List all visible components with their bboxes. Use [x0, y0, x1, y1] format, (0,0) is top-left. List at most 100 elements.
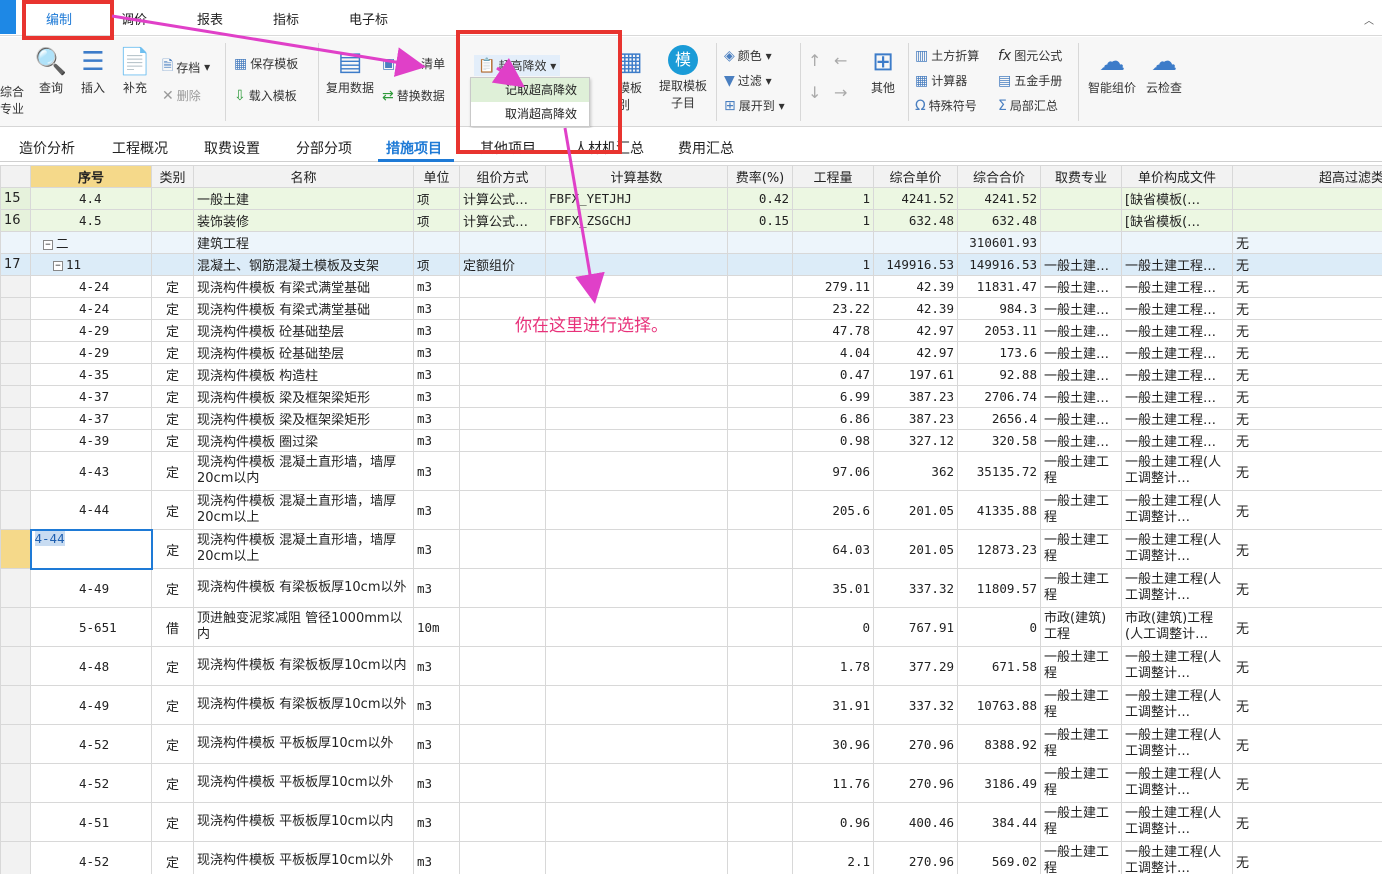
rate-cell[interactable]	[727, 385, 793, 408]
unit-cell[interactable]: m3	[413, 429, 460, 452]
type-cell[interactable]: 定	[151, 685, 194, 725]
price-cell[interactable]: 327.12	[873, 429, 958, 452]
total-cell[interactable]: 3186.49	[957, 763, 1041, 803]
move-left-icon[interactable]: ←	[834, 51, 847, 70]
total-cell[interactable]: 384.44	[957, 802, 1041, 842]
major-cell[interactable]: 一般土建…	[1040, 363, 1122, 386]
reuse-data-button[interactable]: ▤ 复用数据	[325, 47, 375, 96]
table-row[interactable]: 4-24 定现浇构件模板 有梁式满堂基础 m3 279.11 42.39 11831.47…	[0, 275, 1382, 298]
total-cell[interactable]: 149916.53	[957, 253, 1041, 276]
filter-cell[interactable]: 无	[1232, 385, 1382, 408]
unit-cell[interactable]: m3	[413, 529, 460, 569]
total-cell[interactable]: 0	[957, 607, 1041, 647]
name-cell[interactable]: 装饰装修	[193, 209, 414, 232]
base-cell[interactable]: FBFX_YETJHJ	[545, 187, 728, 210]
unit-cell[interactable]: m3	[413, 763, 460, 803]
method-cell[interactable]	[459, 646, 546, 686]
base-cell[interactable]	[545, 341, 728, 364]
filter-cell[interactable]: 无	[1232, 429, 1382, 452]
rate-cell[interactable]	[727, 319, 793, 342]
row-number[interactable]	[0, 490, 31, 530]
table-row[interactable]: 4-51 定现浇构件模板 平板板厚10cm以内 m3 0.96 400.46 384.44…	[0, 802, 1382, 842]
seq-cell[interactable]: 5-651	[30, 607, 152, 647]
price-cell[interactable]: 42.97	[873, 319, 958, 342]
file-cell[interactable]: 一般土建工程…	[1121, 297, 1233, 320]
row-number[interactable]	[0, 451, 31, 491]
file-cell[interactable]: 一般土建工程…	[1121, 319, 1233, 342]
price-cell[interactable]: 42.39	[873, 297, 958, 320]
rate-cell[interactable]	[727, 568, 793, 608]
base-cell[interactable]	[545, 253, 728, 276]
seq-cell[interactable]: 4-44	[30, 490, 152, 530]
unit-cell[interactable]: m3	[413, 407, 460, 430]
type-cell[interactable]: 定	[151, 724, 194, 764]
qty-cell[interactable]: 0.47	[792, 363, 874, 386]
rate-cell[interactable]	[727, 841, 793, 874]
seq-cell[interactable]: 4-43	[30, 451, 152, 491]
base-cell[interactable]	[545, 363, 728, 386]
table-row[interactable]: 4-49 定现浇构件模板 有梁板板厚10cm以外 m3 35.01 337.32 1180…	[0, 568, 1382, 608]
file-cell[interactable]: 一般土建工程(人工调整计…	[1121, 763, 1233, 803]
rate-cell[interactable]	[727, 407, 793, 430]
method-cell[interactable]	[459, 724, 546, 764]
rate-cell[interactable]	[727, 451, 793, 491]
filter-cell[interactable]: 无	[1232, 841, 1382, 874]
method-cell[interactable]	[459, 407, 546, 430]
row-number[interactable]	[0, 385, 31, 408]
major-cell[interactable]: 一般土建…	[1040, 429, 1122, 452]
type-cell[interactable]: 定	[151, 407, 194, 430]
row-number[interactable]	[0, 231, 31, 254]
seq-cell[interactable]: 4-29	[30, 341, 152, 364]
cloud-check-button[interactable]: ☁ 云检查	[1144, 47, 1184, 96]
file-cell[interactable]: 一般土建工程(人工调整计…	[1121, 646, 1233, 686]
type-cell[interactable]: 定	[151, 341, 194, 364]
file-cell[interactable]: 一般土建工程…	[1121, 429, 1233, 452]
rate-cell[interactable]	[727, 685, 793, 725]
unit-cell[interactable]: 10m	[413, 607, 460, 647]
col-file[interactable]: 单价构成文件	[1121, 165, 1233, 188]
name-cell[interactable]: 现浇构件模板 有梁式满堂基础	[193, 275, 414, 298]
major-cell[interactable]: 一般土建工程	[1040, 490, 1122, 530]
tab-fee-summary[interactable]: 费用汇总	[678, 138, 734, 158]
price-cell[interactable]: 42.39	[873, 275, 958, 298]
total-cell[interactable]: 569.02	[957, 841, 1041, 874]
filter-cell[interactable]	[1232, 187, 1382, 210]
qty-cell[interactable]: 35.01	[792, 568, 874, 608]
qty-cell[interactable]: 6.86	[792, 407, 874, 430]
base-cell[interactable]	[545, 646, 728, 686]
major-cell[interactable]	[1040, 209, 1122, 232]
file-cell[interactable]: 一般土建工程(人工调整计…	[1121, 529, 1233, 569]
major-cell[interactable]	[1040, 231, 1122, 254]
name-cell[interactable]: 建筑工程	[193, 231, 414, 254]
major-cell[interactable]: 一般土建工程	[1040, 529, 1122, 569]
type-cell[interactable]: 定	[151, 451, 194, 491]
table-row[interactable]: − 二 建筑工程 310601.93 无	[0, 231, 1382, 254]
table-row[interactable]: 4-48 定现浇构件模板 有梁板板厚10cm以内 m3 1.78 377.29 671.5…	[0, 646, 1382, 686]
method-cell[interactable]	[459, 490, 546, 530]
total-cell[interactable]: 11809.57	[957, 568, 1041, 608]
file-cell[interactable]: 一般土建工程(人工调整计…	[1121, 841, 1233, 874]
method-cell[interactable]	[459, 451, 546, 491]
type-cell[interactable]: 定	[151, 319, 194, 342]
total-cell[interactable]: 35135.72	[957, 451, 1041, 491]
col-method[interactable]: 组价方式	[459, 165, 546, 188]
unit-cell[interactable]: m3	[413, 646, 460, 686]
rate-cell[interactable]: 0.42	[727, 187, 793, 210]
qty-cell[interactable]: 205.6	[792, 490, 874, 530]
filter-cell[interactable]: 无	[1232, 341, 1382, 364]
seq-cell[interactable]: 4-37	[30, 407, 152, 430]
major-cell[interactable]: 市政(建筑)工程	[1040, 607, 1122, 647]
method-cell[interactable]	[459, 429, 546, 452]
base-cell[interactable]	[545, 385, 728, 408]
seq-cell[interactable]: 4-49	[30, 568, 152, 608]
col-total[interactable]: 综合合价	[957, 165, 1041, 188]
row-number[interactable]	[0, 724, 31, 764]
qty-cell[interactable]: 279.11	[792, 275, 874, 298]
total-cell[interactable]: 10763.88	[957, 685, 1041, 725]
cancel-super-high-item[interactable]: 取消超高降效	[471, 102, 589, 126]
price-cell[interactable]: 201.05	[873, 490, 958, 530]
file-cell[interactable]: 市政(建筑)工程(人工调整计…	[1121, 607, 1233, 647]
row-number[interactable]	[0, 429, 31, 452]
total-cell[interactable]: 984.3	[957, 297, 1041, 320]
unit-cell[interactable]: m3	[413, 685, 460, 725]
